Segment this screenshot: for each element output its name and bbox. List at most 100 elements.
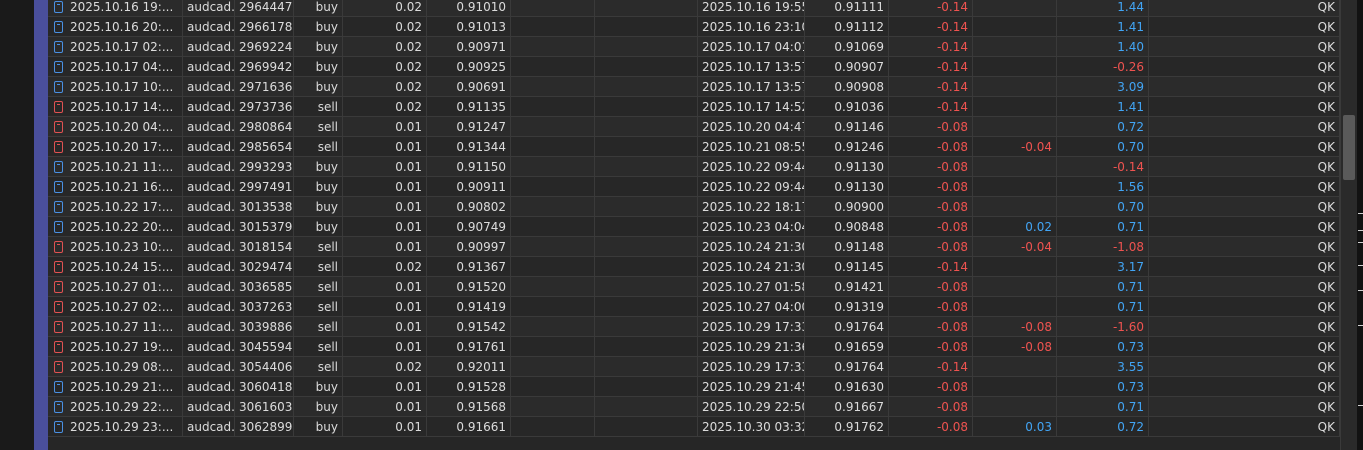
tp-cell (595, 237, 698, 257)
symbol-cell: audcad.p (183, 157, 235, 177)
scrollbar-thumb[interactable] (1343, 115, 1355, 180)
panel-accent-strip (34, 0, 48, 450)
comment-cell: QK (1149, 397, 1340, 417)
open-time-cell: 2025.10.20 04:... (48, 117, 183, 137)
direction-cell: buy (294, 77, 343, 97)
open-time-cell: 2025.10.29 23:... (48, 417, 183, 437)
open-price-cell: 0.92011 (427, 357, 511, 377)
table-row[interactable]: 2025.10.16 20:...audcad.p29661782buy0.02… (48, 17, 1340, 37)
table-row[interactable]: 2025.10.27 11:...audcad.p30398863sell0.0… (48, 317, 1340, 337)
table-row[interactable]: 2025.10.17 14:...audcad.p29737367sell0.0… (48, 97, 1340, 117)
commission-cell: -0.08 (889, 317, 973, 337)
table-row[interactable]: 2025.10.29 08:...audcad.p30544060sell0.0… (48, 357, 1340, 377)
close-time-cell: 2025.10.21 08:55:53 (698, 137, 805, 157)
symbol-cell: audcad.p (183, 377, 235, 397)
close-time-cell: 2025.10.22 18:17:53 (698, 197, 805, 217)
table-row[interactable]: 2025.10.29 22:...audcad.p30616039buy0.01… (48, 397, 1340, 417)
commission-cell: -0.08 (889, 397, 973, 417)
close-price-cell: 0.90907 (805, 57, 889, 77)
open-price-cell: 0.91247 (427, 117, 511, 137)
commission-cell: -0.08 (889, 417, 973, 437)
close-time-cell: 2025.10.16 23:10:11 (698, 17, 805, 37)
close-time-cell: 2025.10.22 09:44:57 (698, 177, 805, 197)
table-row[interactable]: 2025.10.21 16:...audcad.p29974911buy0.01… (48, 177, 1340, 197)
ticket-cell: 29644479 (235, 0, 294, 17)
tp-cell (595, 17, 698, 37)
table-row[interactable]: 2025.10.29 21:...audcad.p30604184buy0.01… (48, 377, 1340, 397)
open-time-cell: 2025.10.16 20:... (48, 17, 183, 37)
table-row[interactable]: 2025.10.27 19:...audcad.p30455943sell0.0… (48, 337, 1340, 357)
swap-cell: -0.04 (973, 237, 1057, 257)
profit-cell: 0.70 (1057, 137, 1149, 157)
table-row[interactable]: 2025.10.29 23:...audcad.p30628993buy0.01… (48, 417, 1340, 437)
comment-cell: QK (1149, 257, 1340, 277)
direction-cell: sell (294, 237, 343, 257)
open-price-cell: 0.90749 (427, 217, 511, 237)
volume-cell: 0.01 (343, 217, 427, 237)
symbol-cell: audcad.p (183, 0, 235, 17)
close-time-cell: 2025.10.17 14:52:02 (698, 97, 805, 117)
open-time-cell: 2025.10.29 21:... (48, 377, 183, 397)
table-row[interactable]: 2025.10.16 19:...audcad.p29644479buy0.02… (48, 0, 1340, 17)
table-row[interactable]: 2025.10.20 04:...audcad.p29808642sell0.0… (48, 117, 1340, 137)
close-price-cell: 0.90848 (805, 217, 889, 237)
comment-cell: QK (1149, 337, 1340, 357)
close-time-cell: 2025.10.30 03:32:57 (698, 417, 805, 437)
commission-cell: -0.14 (889, 17, 973, 37)
tp-cell (595, 77, 698, 97)
window-edge (1357, 0, 1363, 450)
direction-cell: buy (294, 417, 343, 437)
comment-cell: QK (1149, 77, 1340, 97)
table-row[interactable]: 2025.10.17 04:...audcad.p29699428buy0.02… (48, 57, 1340, 77)
commission-cell: -0.08 (889, 377, 973, 397)
swap-cell (973, 277, 1057, 297)
table-row[interactable]: 2025.10.23 10:...audcad.p30181542sell0.0… (48, 237, 1340, 257)
sl-cell (511, 137, 595, 157)
comment-cell: QK (1149, 377, 1340, 397)
swap-cell (973, 257, 1057, 277)
table-row[interactable]: 2025.10.27 02:...audcad.p30372637sell0.0… (48, 297, 1340, 317)
close-time-cell: 2025.10.24 21:30:30 (698, 237, 805, 257)
sl-cell (511, 0, 595, 17)
direction-cell: buy (294, 157, 343, 177)
table-row[interactable]: 2025.10.24 15:...audcad.p30294744sell0.0… (48, 257, 1340, 277)
open-price-cell: 0.91542 (427, 317, 511, 337)
volume-cell: 0.01 (343, 277, 427, 297)
table-row[interactable]: 2025.10.22 17:...audcad.p30135384buy0.01… (48, 197, 1340, 217)
sl-cell (511, 317, 595, 337)
open-time-cell: 2025.10.22 20:... (48, 217, 183, 237)
table-row[interactable]: 2025.10.17 10:...audcad.p29716363buy0.02… (48, 77, 1340, 97)
comment-cell: QK (1149, 217, 1340, 237)
close-price-cell: 0.90908 (805, 77, 889, 97)
table-row[interactable]: 2025.10.21 11:...audcad.p29932939buy0.01… (48, 157, 1340, 177)
sl-cell (511, 197, 595, 217)
symbol-cell: audcad.p (183, 237, 235, 257)
commission-cell: -0.14 (889, 97, 973, 117)
close-time-cell: 2025.10.29 22:50:46 (698, 397, 805, 417)
ticket-cell: 30604184 (235, 377, 294, 397)
open-price-cell: 0.90997 (427, 237, 511, 257)
table-row[interactable]: 2025.10.22 20:...audcad.p30153794buy0.01… (48, 217, 1340, 237)
open-time-cell: 2025.10.27 01:... (48, 277, 183, 297)
sl-cell (511, 157, 595, 177)
open-time-cell: 2025.10.27 02:... (48, 297, 183, 317)
sl-cell (511, 17, 595, 37)
open-price-cell: 0.90911 (427, 177, 511, 197)
table-row[interactable]: 2025.10.27 01:...audcad.p30365858sell0.0… (48, 277, 1340, 297)
vertical-scrollbar[interactable] (1340, 0, 1358, 450)
table-row[interactable]: 2025.10.17 02:...audcad.p29692249buy0.02… (48, 37, 1340, 57)
close-price-cell: 0.91421 (805, 277, 889, 297)
sl-cell (511, 177, 595, 197)
comment-cell: QK (1149, 0, 1340, 17)
open-time-cell: 2025.10.29 08:... (48, 357, 183, 377)
sl-cell (511, 77, 595, 97)
table-row[interactable]: 2025.10.20 17:...audcad.p29856542sell0.0… (48, 137, 1340, 157)
direction-cell: buy (294, 197, 343, 217)
open-price-cell: 0.91520 (427, 277, 511, 297)
volume-cell: 0.02 (343, 357, 427, 377)
close-price-cell: 0.91246 (805, 137, 889, 157)
close-time-cell: 2025.10.29 17:33:30 (698, 357, 805, 377)
direction-cell: sell (294, 97, 343, 117)
comment-cell: QK (1149, 157, 1340, 177)
symbol-cell: audcad.p (183, 257, 235, 277)
